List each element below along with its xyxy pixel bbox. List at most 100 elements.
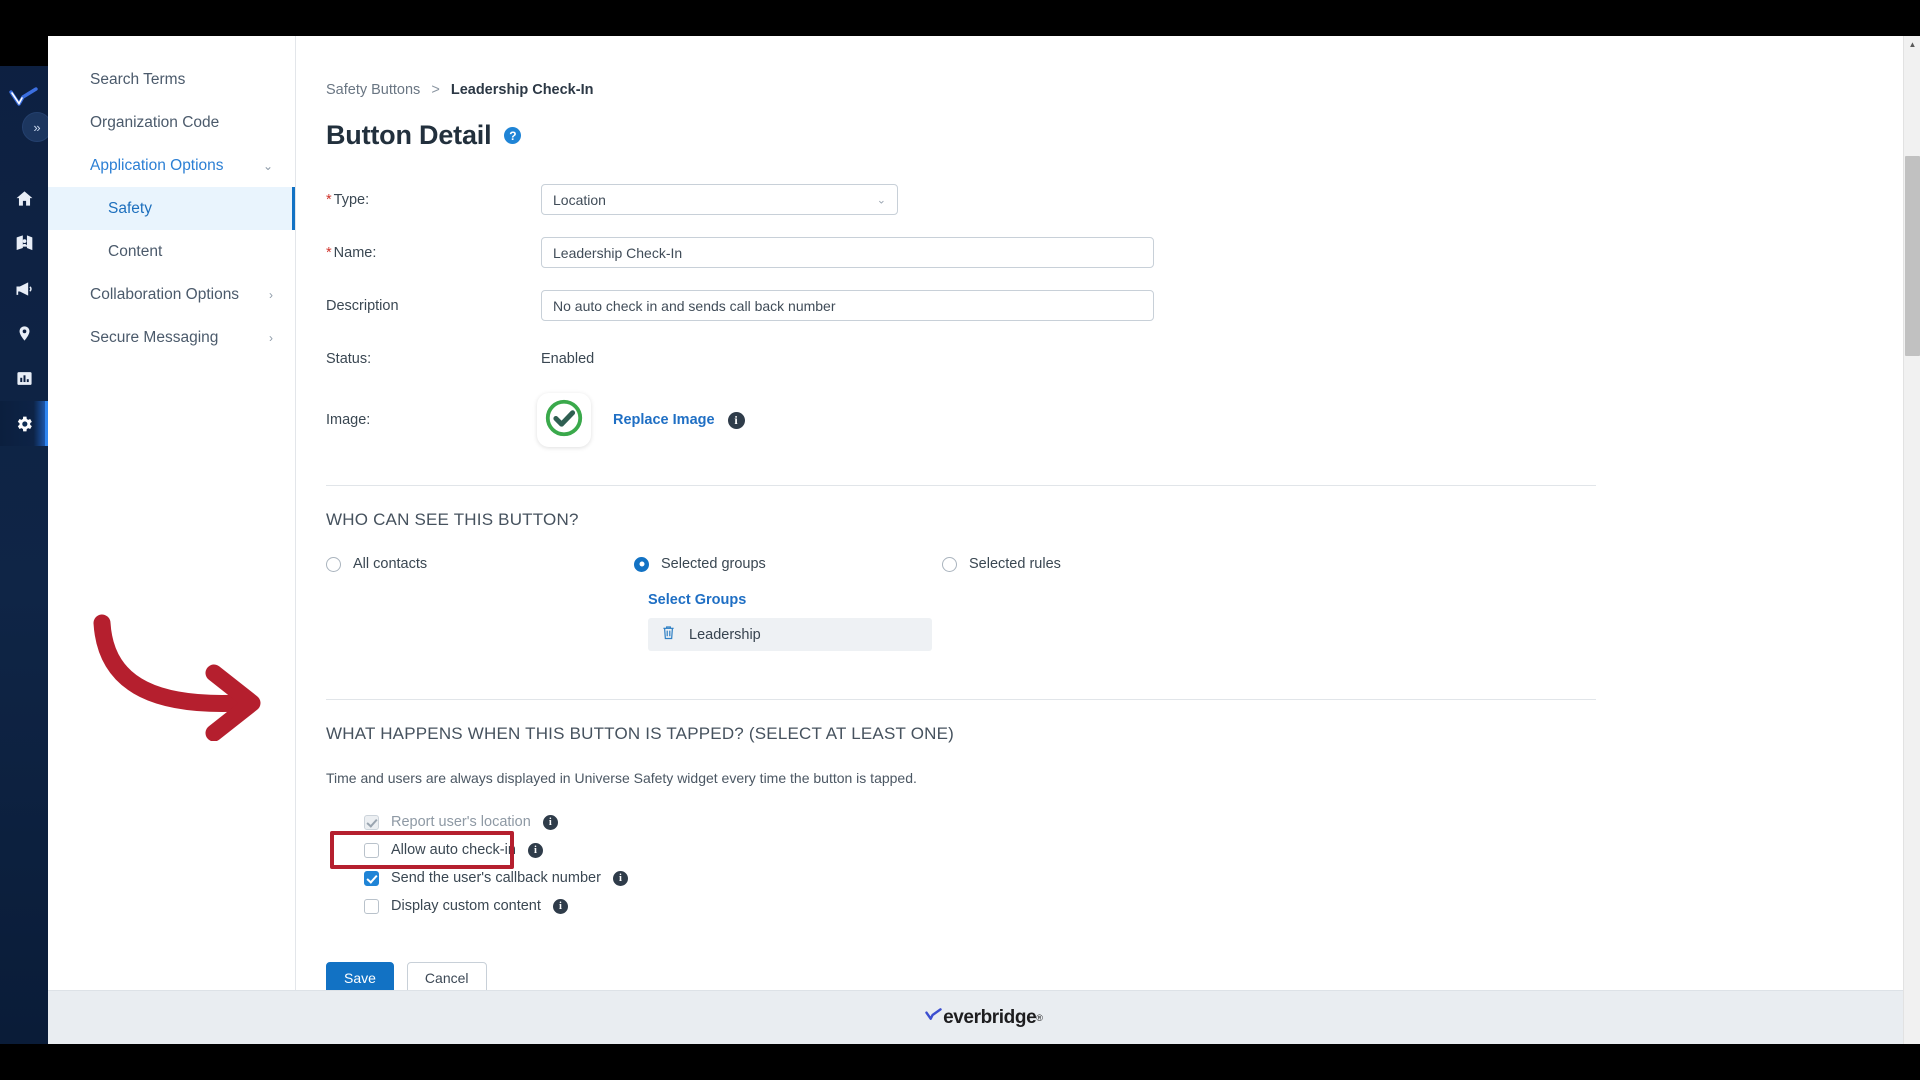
sidebar-item-search-terms[interactable]: Search Terms: [48, 58, 295, 101]
form-row-description: Description No auto check in and sends c…: [326, 279, 1900, 332]
trash-icon[interactable]: [662, 625, 675, 644]
info-icon[interactable]: i: [527, 842, 543, 858]
radio-all-contacts[interactable]: All contacts: [326, 556, 634, 572]
sidebar-item-safety[interactable]: Safety: [48, 187, 295, 230]
checkbox-row-callback-number: Send the user's callback number i: [364, 864, 1900, 892]
name-label: * Name:: [326, 245, 541, 261]
breadcrumb-parent-link[interactable]: Safety Buttons: [326, 82, 420, 98]
visibility-option-selected-groups-col: Selected groups Select Groups Leadership: [634, 556, 942, 651]
sidebar-item-secure-messaging[interactable]: Secure Messaging ›: [48, 316, 295, 359]
sidebar-item-label: Collaboration Options: [90, 285, 240, 303]
type-label: * Type:: [326, 192, 541, 208]
rail-icon-list: [0, 176, 48, 446]
home-icon: [15, 189, 34, 208]
section-divider-2: [326, 699, 1596, 700]
info-icon[interactable]: i: [612, 870, 628, 886]
info-icon[interactable]: i: [727, 411, 745, 429]
breadcrumb-current: Leadership Check-In: [450, 82, 594, 98]
info-icon[interactable]: i: [542, 814, 558, 830]
sidebar-item-label: Secure Messaging: [90, 328, 219, 346]
breadcrumb-separator: >: [431, 82, 440, 98]
checkbox-custom-content[interactable]: [364, 898, 379, 914]
visibility-option-all-contacts-col: All contacts: [326, 556, 634, 572]
radio-icon-selected: [634, 556, 649, 572]
checkbox-label: Send the user's callback number: [391, 870, 601, 886]
settings-sidebar: Search Terms Organization Code Applicati…: [48, 36, 296, 1044]
scrollbar-thumb[interactable]: [1905, 156, 1920, 356]
form-row-status: Status: Enabled: [326, 332, 1900, 385]
sidebar-item-label: Search Terms: [90, 70, 186, 88]
visibility-options: All contacts Selected groups Select Grou…: [326, 556, 1900, 651]
form-row-type: * Type: Location ⌄: [326, 173, 1900, 226]
everbridge-wordmark: everbridge: [943, 1006, 1037, 1028]
type-select-value: Location: [553, 191, 606, 208]
chevron-right-icon: ›: [269, 287, 273, 302]
checkbox-row-report-location: Report user's location i: [364, 808, 1900, 836]
actions-helper-text: Time and users are always displayed in U…: [326, 770, 917, 786]
reports-bar-icon: [16, 370, 33, 387]
radio-label: Selected groups: [661, 556, 766, 572]
required-marker: *: [326, 191, 332, 208]
megaphone-icon: [14, 279, 34, 299]
name-label-text: Name:: [333, 244, 377, 261]
radio-label: Selected rules: [969, 556, 1061, 572]
checkbox-label: Display custom content: [391, 898, 541, 914]
green-check-circle-icon: [543, 397, 585, 444]
vertical-scrollbar[interactable]: ▲: [1903, 36, 1920, 1044]
radio-icon: [326, 556, 341, 572]
status-value: Enabled: [541, 350, 595, 367]
sidebar-item-application-options[interactable]: Application Options ⌄: [48, 144, 295, 187]
checkbox-report-location: [364, 814, 379, 830]
radio-selected-groups[interactable]: Selected groups: [634, 556, 942, 572]
section-divider: [326, 485, 1596, 486]
gear-icon: [14, 414, 34, 434]
page-footer: everbridge ®: [48, 990, 1920, 1044]
chevron-down-icon: ⌄: [876, 194, 886, 206]
visibility-option-selected-rules-col: Selected rules: [942, 556, 1250, 572]
radio-label: All contacts: [353, 556, 428, 572]
name-input[interactable]: Leadership Check-In: [541, 237, 1154, 268]
rail-top-spacer: [0, 36, 48, 66]
sidebar-item-collaboration-options[interactable]: Collaboration Options ›: [48, 273, 295, 316]
chevron-right-icon: ›: [269, 330, 273, 345]
rail-item-locations[interactable]: [0, 311, 48, 356]
checkbox-row-auto-checkin: Allow auto check-in i: [364, 836, 1900, 864]
checkbox-auto-checkin[interactable]: [364, 842, 379, 858]
image-label: Image:: [326, 412, 371, 428]
name-input-value: Leadership Check-In: [553, 244, 683, 261]
selected-group-row[interactable]: Leadership: [648, 618, 932, 651]
description-input-value: No auto check in and sends call back num…: [553, 297, 836, 314]
selected-group-label: Leadership: [689, 626, 761, 643]
everbridge-logo-check-icon: [925, 1008, 942, 1027]
checkbox-label: Allow auto check-in: [391, 842, 516, 858]
chevron-down-icon: ⌄: [262, 158, 273, 173]
rail-item-contacts[interactable]: [0, 221, 48, 266]
rail-item-home[interactable]: [0, 176, 48, 221]
everbridge-check-logo: [9, 86, 39, 110]
replace-image-link[interactable]: Replace Image: [613, 412, 715, 428]
sidebar-item-label: Organization Code: [90, 113, 220, 131]
sidebar-item-organization-code[interactable]: Organization Code: [48, 101, 295, 144]
checkbox-label: Report user's location: [391, 814, 531, 830]
rail-item-notifications[interactable]: [0, 266, 48, 311]
radio-selected-rules[interactable]: Selected rules: [942, 556, 1250, 572]
visibility-heading: WHO CAN SEE THIS BUTTON?: [326, 510, 579, 529]
form-row-name: * Name: Leadership Check-In: [326, 226, 1900, 279]
checkbox-callback-number[interactable]: [364, 870, 379, 886]
rail-item-settings[interactable]: [0, 401, 48, 446]
description-input[interactable]: No auto check in and sends call back num…: [541, 290, 1154, 321]
sidebar-item-label: Content: [108, 242, 163, 260]
sidebar-item-content[interactable]: Content: [48, 230, 295, 273]
rail-item-reports[interactable]: [0, 356, 48, 401]
info-icon[interactable]: i: [552, 898, 568, 914]
type-select[interactable]: Location ⌄: [541, 184, 898, 215]
scroll-up-arrow-icon[interactable]: ▲: [1904, 36, 1920, 53]
contacts-map-icon: [15, 234, 34, 253]
main-content: Safety Buttons > Leadership Check-In But…: [296, 36, 1900, 1044]
application-window: » Search Terms Organization Code Applica…: [0, 36, 1920, 1044]
collapse-chevron-icon: »: [33, 119, 41, 135]
button-image-thumbnail[interactable]: [537, 393, 591, 447]
help-icon[interactable]: ?: [504, 127, 522, 144]
select-groups-link[interactable]: Select Groups: [648, 592, 746, 608]
type-label-text: Type:: [333, 191, 370, 208]
